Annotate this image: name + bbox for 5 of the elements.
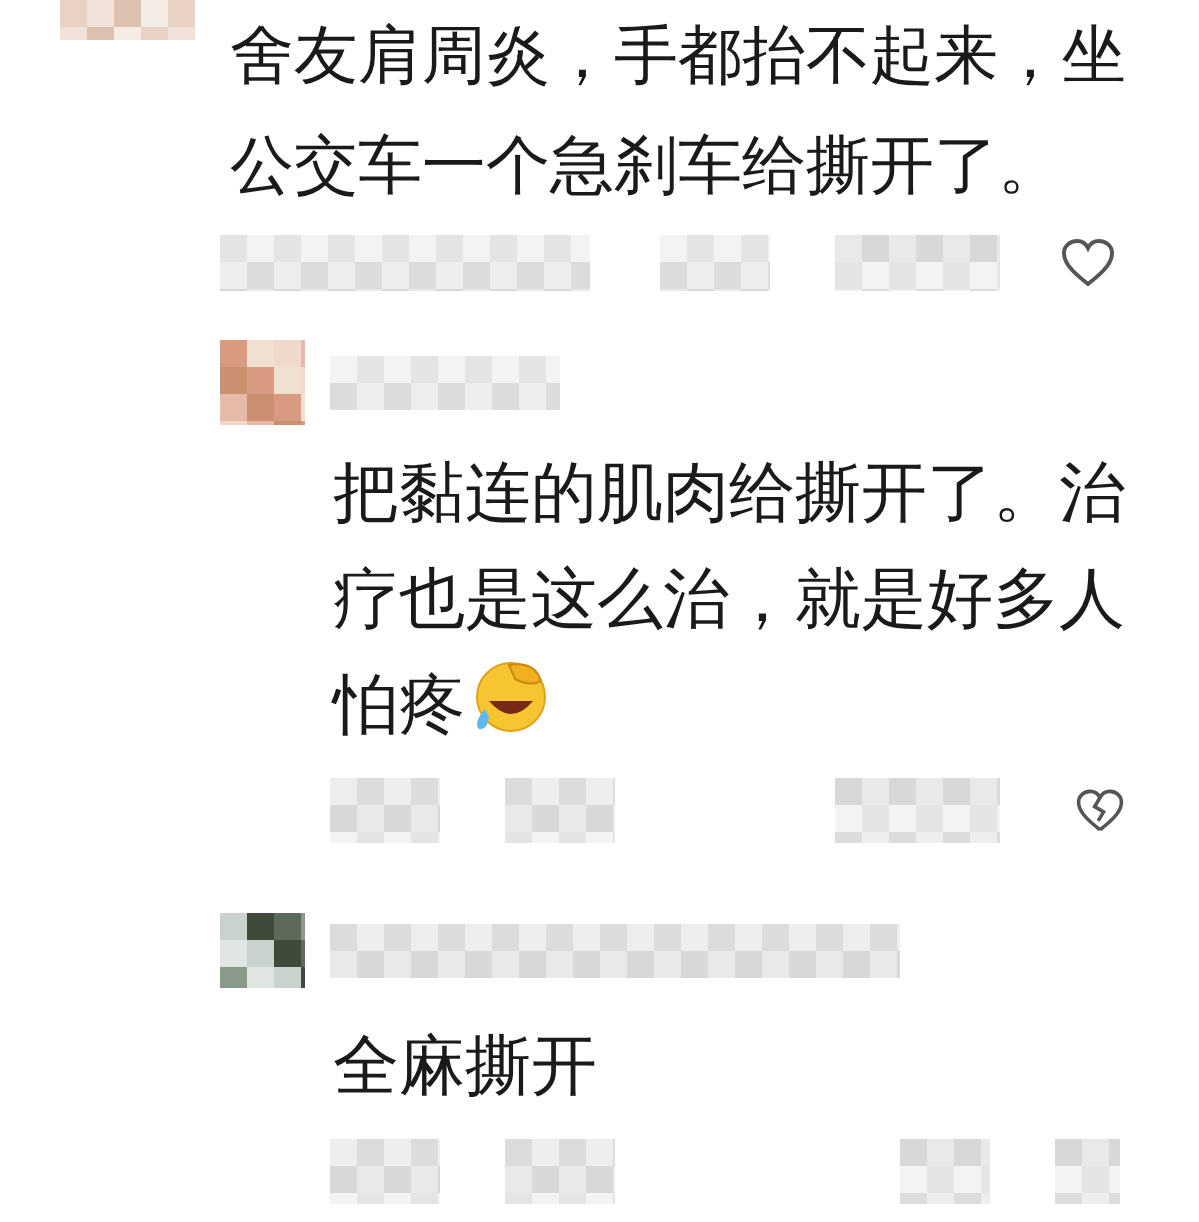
blurred-icon (1055, 1139, 1120, 1204)
comment-text: 舍友肩周炎，手都抬不起来，坐公交车一个急刹车给撕开了。 (230, 18, 1126, 202)
comment-text: 全麻撕开 (333, 1027, 597, 1104)
heart-icon[interactable] (1060, 237, 1116, 288)
comment-text: 把黏连的肌肉给撕开了。治疗也是这么治，就是好多人怕疼 (333, 454, 1125, 743)
